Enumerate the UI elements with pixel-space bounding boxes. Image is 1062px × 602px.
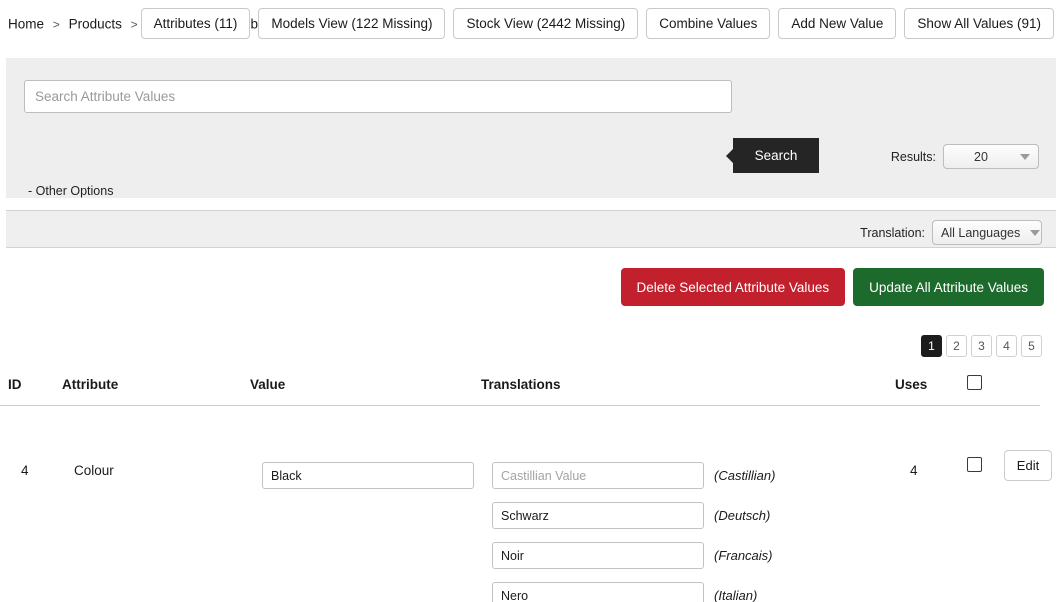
- pagination-page-2[interactable]: 2: [946, 335, 967, 357]
- breadcrumb-separator: >: [52, 17, 60, 32]
- chevron-down-icon: [1020, 153, 1030, 160]
- chevron-down-icon: [1030, 229, 1041, 236]
- translation-select-value: All Languages: [941, 225, 1021, 240]
- models-view-button[interactable]: Models View (122 Missing): [258, 8, 446, 39]
- attribute-values-table: ID Attribute Value Translations Uses 4 C…: [0, 372, 1062, 602]
- column-header-id: ID: [8, 377, 22, 392]
- translation-row: (Italian): [492, 582, 775, 602]
- column-header-translations: Translations: [481, 377, 561, 392]
- search-button[interactable]: Search: [726, 138, 819, 173]
- toolbar-buttons: Attributes (11) Models View (122 Missing…: [140, 8, 1054, 39]
- show-all-values-button[interactable]: Show All Values (91): [904, 8, 1054, 39]
- translation-select[interactable]: All Languages: [932, 220, 1042, 245]
- combine-values-button[interactable]: Combine Values: [646, 8, 771, 39]
- attributes-button[interactable]: Attributes (11): [140, 8, 251, 39]
- action-buttons: Delete Selected Attribute Values Update …: [620, 268, 1044, 306]
- row-uses: 4: [910, 463, 918, 478]
- row-attribute: Colour: [74, 463, 114, 478]
- search-button-label: Search: [754, 148, 798, 163]
- translation-input-deutsch[interactable]: [492, 502, 704, 529]
- translation-input-italian[interactable]: [492, 582, 704, 602]
- translation-row: (Francais): [492, 542, 775, 569]
- select-all-checkbox[interactable]: [967, 375, 982, 390]
- pagination-page-4[interactable]: 4: [996, 335, 1017, 357]
- pagination-page-5[interactable]: 5: [1021, 335, 1042, 357]
- row-id: 4: [21, 463, 29, 478]
- delete-selected-attribute-values-button[interactable]: Delete Selected Attribute Values: [620, 268, 846, 306]
- translation-language-castillian: (Castillian): [714, 468, 776, 483]
- other-options-toggle[interactable]: - Other Options: [28, 184, 113, 198]
- pagination-page-1[interactable]: 1: [921, 335, 942, 357]
- table-row: 4 Colour (Castillian) (Deutsch) (Francai…: [0, 408, 1062, 602]
- row-value-input[interactable]: [262, 462, 474, 489]
- pagination: 1 2 3 4 5: [921, 335, 1042, 357]
- search-button-notch: [726, 148, 733, 163]
- breadcrumb-item-home[interactable]: Home: [8, 17, 44, 32]
- translation-input-castillian[interactable]: [492, 462, 704, 489]
- stock-view-button[interactable]: Stock View (2442 Missing): [453, 8, 639, 39]
- column-header-value: Value: [250, 377, 286, 392]
- results-select[interactable]: 20: [943, 144, 1039, 169]
- page-root: Home > Products > Attributes > Attribute…: [0, 0, 1062, 602]
- search-panel: Search Results: 20 - Other Options Attri…: [6, 58, 1056, 239]
- results-label: Results:: [890, 149, 936, 164]
- translation-filter: Translation: All Languages: [860, 220, 1042, 245]
- translation-language-deutsch: (Deutsch): [714, 508, 771, 523]
- column-header-uses: Uses: [895, 377, 928, 392]
- translation-input-francais[interactable]: [492, 542, 704, 569]
- table-header-divider: [0, 405, 1040, 406]
- translation-language-italian: (Italian): [714, 588, 758, 602]
- translation-filter-label: Translation:: [860, 225, 925, 240]
- row-select-checkbox[interactable]: [967, 457, 982, 472]
- edit-button[interactable]: Edit: [1004, 450, 1052, 481]
- results-select-value: 20: [974, 149, 988, 164]
- update-all-attribute-values-button[interactable]: Update All Attribute Values: [853, 268, 1044, 306]
- row-translations: (Castillian) (Deutsch) (Francais) (Itali…: [492, 462, 775, 602]
- add-new-value-button[interactable]: Add New Value: [778, 8, 897, 39]
- table-header-row: ID Attribute Value Translations Uses: [0, 372, 1062, 408]
- breadcrumb-item-products[interactable]: Products: [69, 17, 122, 32]
- results-per-page: Results: 20: [891, 144, 1039, 169]
- search-input[interactable]: [24, 80, 732, 113]
- pagination-page-3[interactable]: 3: [971, 335, 992, 357]
- breadcrumb-separator: >: [130, 17, 138, 32]
- top-bar: Home > Products > Attributes > Attribute…: [0, 0, 1062, 50]
- translation-panel: Translation: All Languages: [6, 210, 1056, 248]
- translation-row: (Deutsch): [492, 502, 775, 529]
- column-header-attribute: Attribute: [62, 377, 119, 392]
- translation-language-francais: (Francais): [714, 548, 773, 563]
- translation-row: (Castillian): [492, 462, 775, 489]
